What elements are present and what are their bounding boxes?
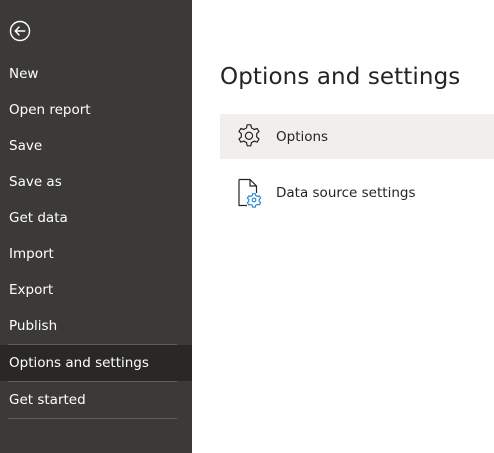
nav-item-new[interactable]: New bbox=[0, 56, 192, 92]
options-label: Options bbox=[276, 128, 329, 145]
page-title: Options and settings bbox=[220, 64, 461, 90]
nav-item-open-report[interactable]: Open report bbox=[0, 92, 192, 128]
nav-item-export[interactable]: Export bbox=[0, 272, 192, 308]
nav-divider bbox=[8, 418, 177, 419]
backstage-main: Options and settings Options Data source… bbox=[192, 0, 494, 453]
document-gear-icon bbox=[232, 176, 266, 210]
nav-item-get-data[interactable]: Get data bbox=[0, 200, 192, 236]
data-source-settings-item[interactable]: Data source settings bbox=[220, 170, 494, 215]
backstage-sidebar: New Open report Save Save as Get data Im… bbox=[0, 0, 192, 453]
data-source-settings-label: Data source settings bbox=[276, 184, 416, 201]
backstage-nav: New Open report Save Save as Get data Im… bbox=[0, 56, 192, 419]
nav-item-publish[interactable]: Publish bbox=[0, 308, 192, 344]
nav-item-save-as[interactable]: Save as bbox=[0, 164, 192, 200]
options-item[interactable]: Options bbox=[220, 114, 494, 159]
nav-item-options-and-settings[interactable]: Options and settings bbox=[0, 345, 192, 381]
nav-item-get-started[interactable]: Get started bbox=[0, 382, 192, 418]
nav-item-save[interactable]: Save bbox=[0, 128, 192, 164]
back-arrow-circle-icon bbox=[9, 20, 31, 42]
back-button[interactable] bbox=[9, 20, 31, 42]
backstage-view: New Open report Save Save as Get data Im… bbox=[0, 0, 494, 453]
nav-item-import[interactable]: Import bbox=[0, 236, 192, 272]
gear-icon bbox=[232, 120, 266, 154]
